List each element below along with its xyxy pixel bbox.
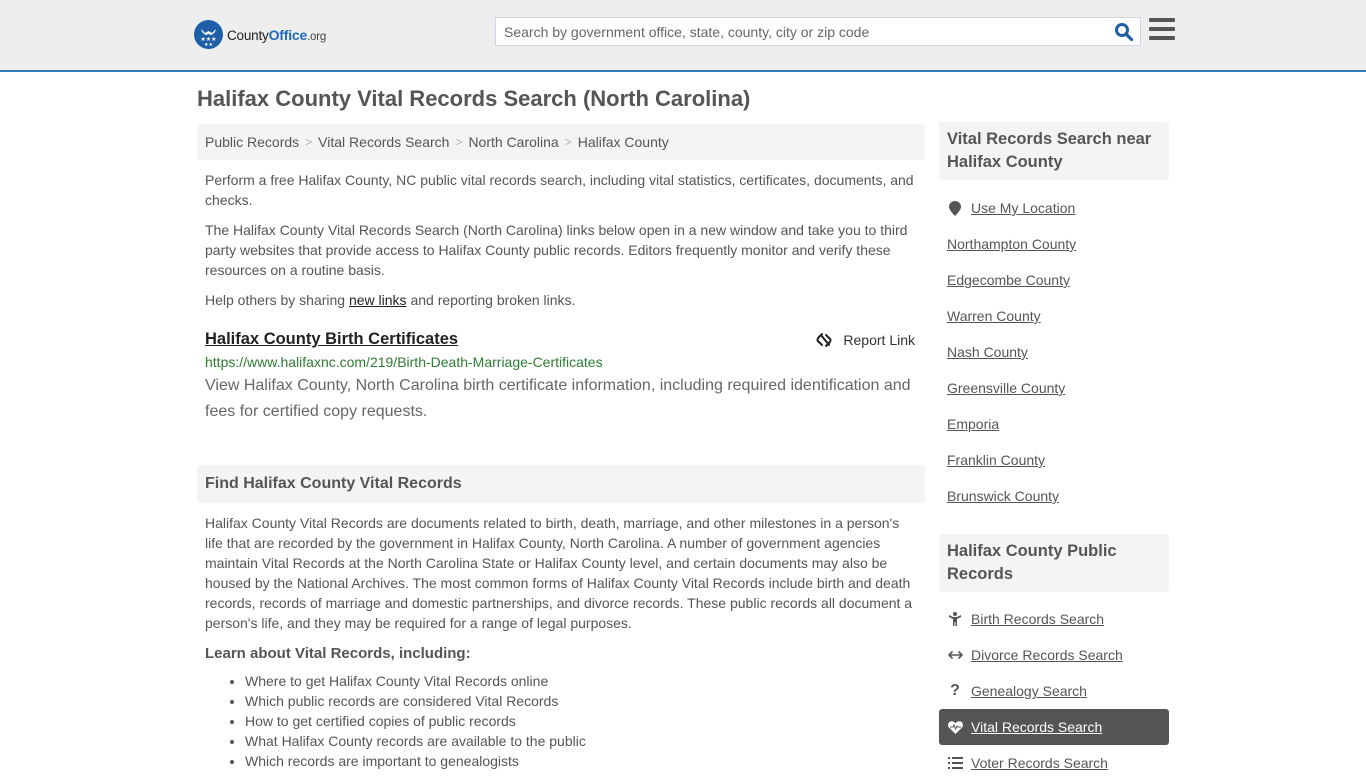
learn-heading: Learn about Vital Records, including: (205, 645, 471, 662)
sidebar: Vital Records Search near Halifax County… (939, 122, 1169, 781)
nearby-heading: Vital Records Search near Halifax County (939, 122, 1169, 180)
learn-list-item: Where to get Halifax County Vital Record… (245, 671, 925, 691)
nearby-link-edgecombe-county[interactable]: Edgecombe County (947, 272, 1070, 288)
breadcrumb-separator: > (305, 135, 313, 149)
breadcrumb-public-records[interactable]: Public Records (205, 134, 299, 150)
arrows-horizontal-icon (947, 650, 963, 660)
find-records-body: Halifax County Vital Records are documen… (205, 515, 913, 631)
use-my-location-item[interactable]: Use My Location (939, 190, 1169, 226)
child-icon (947, 612, 963, 626)
breadcrumb-north-carolina[interactable]: North Carolina (468, 134, 558, 150)
map-marker-icon (947, 200, 963, 216)
resource-link-title[interactable]: Halifax County Birth Certificates (205, 330, 458, 349)
sidebar-item-voter-records[interactable]: Voter Records Search (939, 745, 1169, 781)
report-link-button[interactable]: Report Link (816, 332, 915, 348)
sidebar-item-divorce-records[interactable]: Divorce Records Search (939, 637, 1169, 673)
learn-list: Where to get Halifax County Vital Record… (197, 671, 925, 771)
resource-link-description: View Halifax County, North Carolina birt… (205, 377, 911, 420)
nearby-link-emporia[interactable]: Emporia (947, 416, 999, 432)
learn-list-item: Which records are important to genealogi… (245, 751, 925, 771)
breadcrumb-separator: > (455, 135, 463, 149)
find-records-heading: Find Halifax County Vital Records (197, 465, 925, 503)
nearby-link-franklin-county[interactable]: Franklin County (947, 452, 1045, 468)
site-header: ★★★ ★★ CountyOffice.org (0, 0, 1366, 72)
nearby-item[interactable]: Nash County (939, 334, 1169, 370)
broken-link-icon (816, 333, 832, 347)
svg-text:★★: ★★ (204, 42, 213, 48)
learn-list-item: Which public records are considered Vita… (245, 691, 925, 711)
search-box (495, 17, 1141, 46)
sidebar-item-birth-records[interactable]: Birth Records Search (939, 601, 1169, 637)
nearby-item[interactable]: Greensville County (939, 370, 1169, 406)
eagle-stars-logo-icon: ★★★ ★★ (194, 20, 223, 49)
hamburger-menu-icon[interactable] (1149, 18, 1175, 42)
site-logo[interactable]: ★★★ ★★ CountyOffice.org (194, 20, 326, 49)
disclaimer-paragraph: The Halifax County Vital Records Search … (205, 222, 908, 278)
divorce-records-search-link[interactable]: Divorce Records Search (971, 647, 1123, 663)
search-button[interactable] (1114, 22, 1134, 42)
voter-records-search-link[interactable]: Voter Records Search (971, 755, 1108, 771)
nearby-item[interactable]: Brunswick County (939, 478, 1169, 514)
nearby-link-warren-county[interactable]: Warren County (947, 308, 1041, 324)
nearby-link-nash-county[interactable]: Nash County (947, 344, 1028, 360)
new-links-link[interactable]: new links (349, 292, 407, 308)
nearby-item[interactable]: Northampton County (939, 226, 1169, 262)
breadcrumb-separator: > (564, 135, 572, 149)
public-records-list: Birth Records Search Divorce Records Sea… (939, 601, 1169, 781)
learn-list-item: How to get certified copies of public re… (245, 711, 925, 731)
search-icon (1115, 23, 1134, 42)
nearby-item[interactable]: Emporia (939, 406, 1169, 442)
nearby-link-northampton-county[interactable]: Northampton County (947, 236, 1076, 252)
question-icon: ? (950, 682, 960, 699)
list-icon (947, 757, 963, 769)
nearby-item[interactable]: Warren County (939, 298, 1169, 334)
nearby-list: Use My Location Northampton County Edgec… (939, 190, 1169, 514)
sidebar-item-vital-records[interactable]: Vital Records Search (939, 709, 1169, 745)
breadcrumb: Public Records > Vital Records Search > … (197, 124, 925, 160)
learn-list-item: What Halifax County records are availabl… (245, 731, 925, 751)
heartbeat-icon (947, 720, 963, 734)
nearby-link-greensville-county[interactable]: Greensville County (947, 380, 1065, 396)
resource-link-card: Halifax County Birth Certificates Report… (197, 330, 925, 425)
nearby-item[interactable]: Edgecombe County (939, 262, 1169, 298)
birth-records-search-link[interactable]: Birth Records Search (971, 611, 1104, 627)
main-content: Public Records > Vital Records Search > … (197, 124, 925, 771)
resource-link-url[interactable]: https://www.halifaxnc.com/219/Birth-Deat… (205, 353, 917, 371)
breadcrumb-halifax-county[interactable]: Halifax County (578, 134, 669, 150)
use-my-location-link[interactable]: Use My Location (971, 200, 1075, 216)
logo-wordmark: CountyOffice.org (227, 26, 327, 43)
sidebar-item-genealogy[interactable]: ? Genealogy Search (939, 673, 1169, 709)
vital-records-search-link[interactable]: Vital Records Search (971, 719, 1102, 735)
breadcrumb-vital-records-search[interactable]: Vital Records Search (318, 134, 449, 150)
nearby-link-brunswick-county[interactable]: Brunswick County (947, 488, 1059, 504)
intro-paragraph: Perform a free Halifax County, NC public… (205, 172, 914, 208)
nearby-item[interactable]: Franklin County (939, 442, 1169, 478)
genealogy-search-link[interactable]: Genealogy Search (971, 683, 1087, 699)
share-links-paragraph: Help others by sharing new links and rep… (205, 292, 576, 308)
search-input[interactable] (496, 18, 1096, 45)
public-records-heading: Halifax County Public Records (939, 534, 1169, 592)
page-title: Halifax County Vital Records Search (Nor… (197, 86, 751, 111)
